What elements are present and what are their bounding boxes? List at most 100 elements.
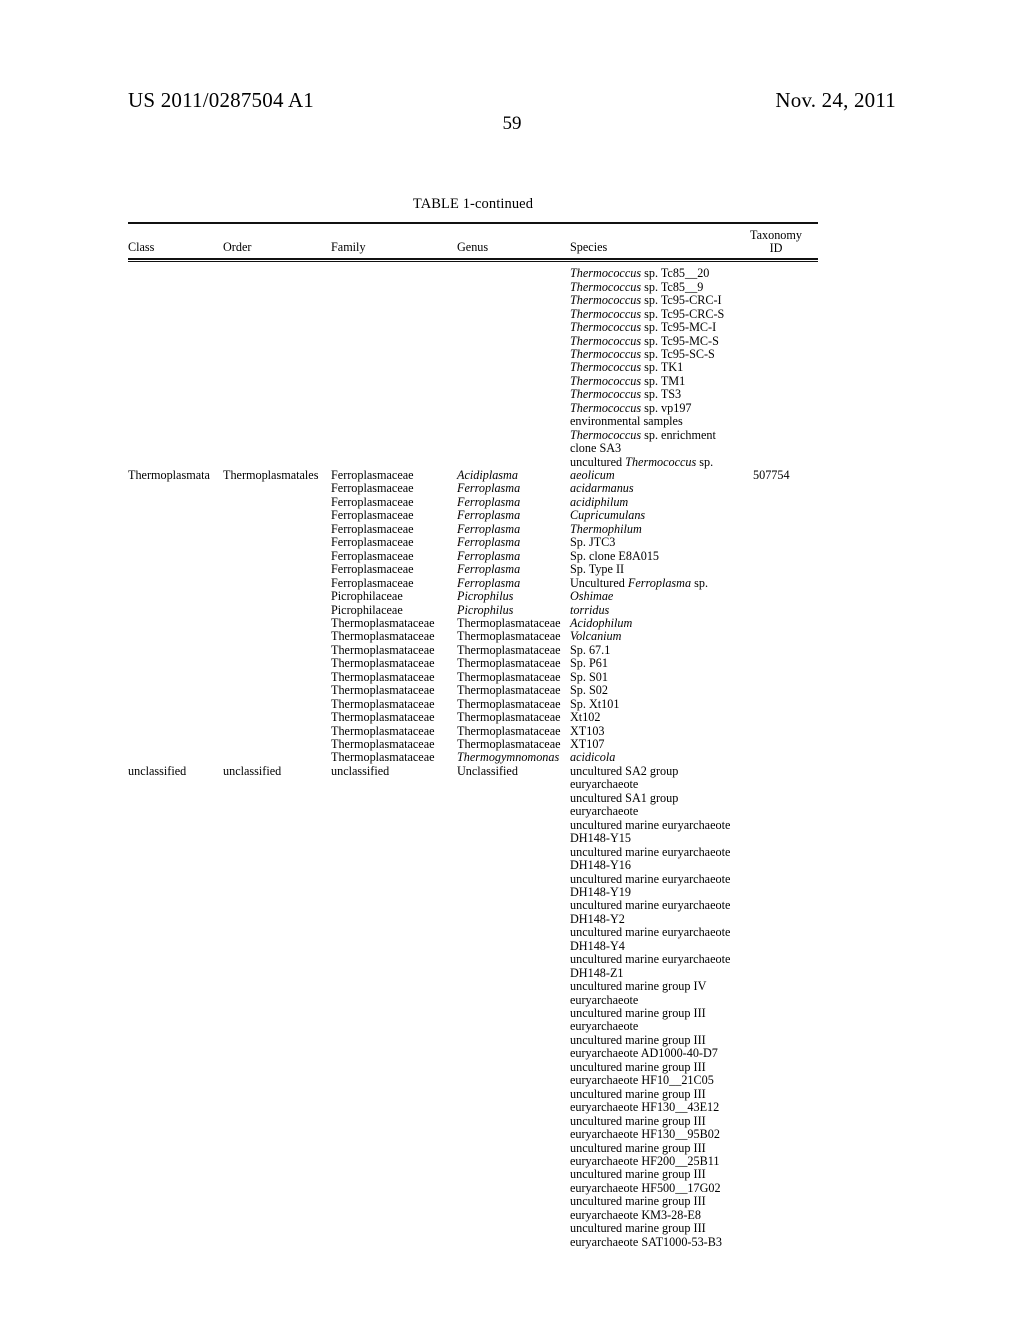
cell-genus: Thermoplasmataceae: [457, 710, 561, 725]
cell-class: Thermoplasmata: [128, 468, 210, 483]
cell-species: Sp. Xt101: [570, 696, 620, 711]
cell-genus: Ferroplasma: [457, 481, 521, 496]
column-header-class: Class: [128, 240, 155, 254]
cell-family: Thermoplasmataceae: [331, 750, 435, 765]
table-caption: TABLE 1-continued: [412, 196, 534, 212]
cell-order: Thermoplasmatales: [223, 468, 319, 483]
cell-species: euryarchaeote HF500__17G02: [570, 1180, 721, 1195]
cell-family: Thermoplasmataceae: [331, 723, 435, 738]
cell-family: Ferroplasmaceae: [331, 468, 414, 483]
cell-species: uncultured marine group III: [570, 1113, 706, 1128]
cell-species: Thermococcus sp. TS3: [570, 387, 682, 402]
cell-species: Thermococcus sp. Tc95-SC-S: [570, 346, 715, 361]
cell-genus: Thermoplasmataceae: [457, 669, 561, 684]
cell-species: Thermophilum: [570, 521, 642, 536]
cell-family: Ferroplasmaceae: [331, 494, 414, 509]
cell-family: Ferroplasmaceae: [331, 562, 414, 577]
cell-species: Thermococcus sp. Tc85__9: [570, 279, 704, 294]
cell-species: uncultured marine euryarchaeote: [570, 925, 731, 940]
cell-genus: Thermoplasmataceae: [457, 737, 561, 752]
cell-species: Sp. Type II: [570, 562, 625, 577]
cell-genus: Ferroplasma: [457, 535, 521, 550]
cell-family: Thermoplasmataceae: [331, 683, 435, 698]
cell-species: Thermococcus sp. Tc95-CRC-I: [570, 293, 722, 308]
cell-species: Thermococcus sp. TK1: [570, 360, 684, 375]
cell-species: aeolicum: [570, 468, 615, 483]
cell-species: uncultured marine euryarchaeote: [570, 844, 731, 859]
cell-species: uncultured marine group III: [570, 1032, 706, 1047]
cell-genus: Ferroplasma: [457, 562, 521, 577]
cell-family: Thermoplasmataceae: [331, 615, 435, 630]
cell-species: euryarchaeote HF200__25B11: [570, 1153, 720, 1168]
cell-species: uncultured SA2 group: [570, 763, 679, 778]
cell-species: Thermococcus sp. Tc95-MC-I: [570, 320, 717, 335]
cell-family: Ferroplasmaceae: [331, 575, 414, 590]
cell-genus: Thermoplasmataceae: [457, 656, 561, 671]
cell-species: DH148-Y15: [570, 831, 631, 846]
cell-species: Thermococcus sp. enrichment: [570, 427, 716, 442]
cell-species: uncultured marine euryarchaeote: [570, 952, 731, 967]
cell-genus: Thermoplasmataceae: [457, 723, 561, 738]
cell-genus: Thermoplasmataceae: [457, 696, 561, 711]
cell-species: DH148-Y2: [570, 911, 625, 926]
cell-species: euryarchaeote HF130__43E12: [570, 1100, 720, 1115]
cell-species: Sp. S02: [570, 683, 608, 698]
publication-number: US 2011/0287504 A1: [128, 88, 315, 112]
cell-species: uncultured marine group III: [570, 1194, 706, 1209]
cell-family: Thermoplasmataceae: [331, 710, 435, 725]
cell-species: Thermococcus sp. Tc95-MC-S: [570, 333, 719, 348]
cell-species: acidarmanus: [570, 481, 634, 496]
cell-family: Thermoplasmataceae: [331, 669, 435, 684]
cell-family: Thermoplasmataceae: [331, 656, 435, 671]
cell-species: uncultured marine group III: [570, 1006, 706, 1021]
cell-species: Cupricumulans: [570, 508, 646, 523]
cell-genus: Thermoplasmataceae: [457, 629, 561, 644]
column-header-taxonomy-id: Taxonomy ID: [740, 229, 812, 255]
cell-species: euryarchaeote: [570, 1019, 639, 1034]
cell-genus: Thermoplasmataceae: [457, 683, 561, 698]
cell-species: Thermococcus sp. TM1: [570, 373, 686, 388]
cell-family: Thermoplasmataceae: [331, 629, 435, 644]
cell-genus: Acidiplasma: [457, 468, 518, 483]
cell-species: uncultured marine euryarchaeote: [570, 871, 731, 886]
table-1-continued: TABLE 1-continued Class Order Family Gen…: [128, 196, 818, 1255]
cell-species: uncultured SA1 group: [570, 790, 679, 805]
page-number: 59: [502, 113, 522, 134]
cell-species: Sp. S01: [570, 669, 608, 684]
cell-species: XT103: [570, 723, 605, 738]
table-header-row: Class Order Family Genus Species Taxonom…: [128, 224, 818, 258]
cell-genus: Ferroplasma: [457, 521, 521, 536]
cell-genus: Ferroplasma: [457, 508, 521, 523]
patent-page: US 2011/0287504 A1 Nov. 24, 2011 59 TABL…: [0, 0, 1024, 1320]
cell-species: Xt102: [570, 710, 601, 725]
column-header-family: Family: [331, 240, 366, 254]
cell-species: torridus: [570, 602, 610, 617]
cell-species: DH148-Y4: [570, 938, 625, 953]
cell-family: Ferroplasmaceae: [331, 548, 414, 563]
cell-genus: Ferroplasma: [457, 548, 521, 563]
cell-species: DH148-Y16: [570, 858, 631, 873]
cell-species: Sp. JTC3: [570, 535, 616, 550]
cell-species: uncultured Thermococcus sp.: [570, 454, 714, 469]
cell-species: XT107: [570, 737, 605, 752]
cell-species: acidicola: [570, 750, 616, 765]
cell-species: uncultured marine group III: [570, 1059, 706, 1074]
cell-species: Sp. clone E8A015: [570, 548, 660, 563]
cell-species: euryarchaeote HF130__95B02: [570, 1127, 720, 1142]
cell-family: unclassified: [331, 763, 390, 778]
cell-genus: Thermoplasmataceae: [457, 642, 561, 657]
cell-family: Thermoplasmataceae: [331, 642, 435, 657]
column-header-species: Species: [570, 240, 608, 254]
cell-family: Ferroplasmaceae: [331, 508, 414, 523]
cell-species: euryarchaeote SAT1000-53-B3: [570, 1234, 722, 1249]
cell-species: Sp. P61: [570, 656, 608, 671]
cell-species: Thermococcus sp. Tc85__20: [570, 266, 710, 281]
cell-species: Thermococcus sp. Tc95-CRC-S: [570, 306, 725, 321]
cell-order: unclassified: [223, 763, 282, 778]
cell-species: euryarchaeote: [570, 992, 639, 1007]
cell-species: uncultured marine euryarchaeote: [570, 898, 731, 913]
cell-species: Thermococcus sp. vp197: [570, 400, 692, 415]
cell-family: Picrophilaceae: [331, 589, 403, 604]
cell-species: euryarchaeote: [570, 777, 639, 792]
cell-species: DH148-Z1: [570, 965, 624, 980]
